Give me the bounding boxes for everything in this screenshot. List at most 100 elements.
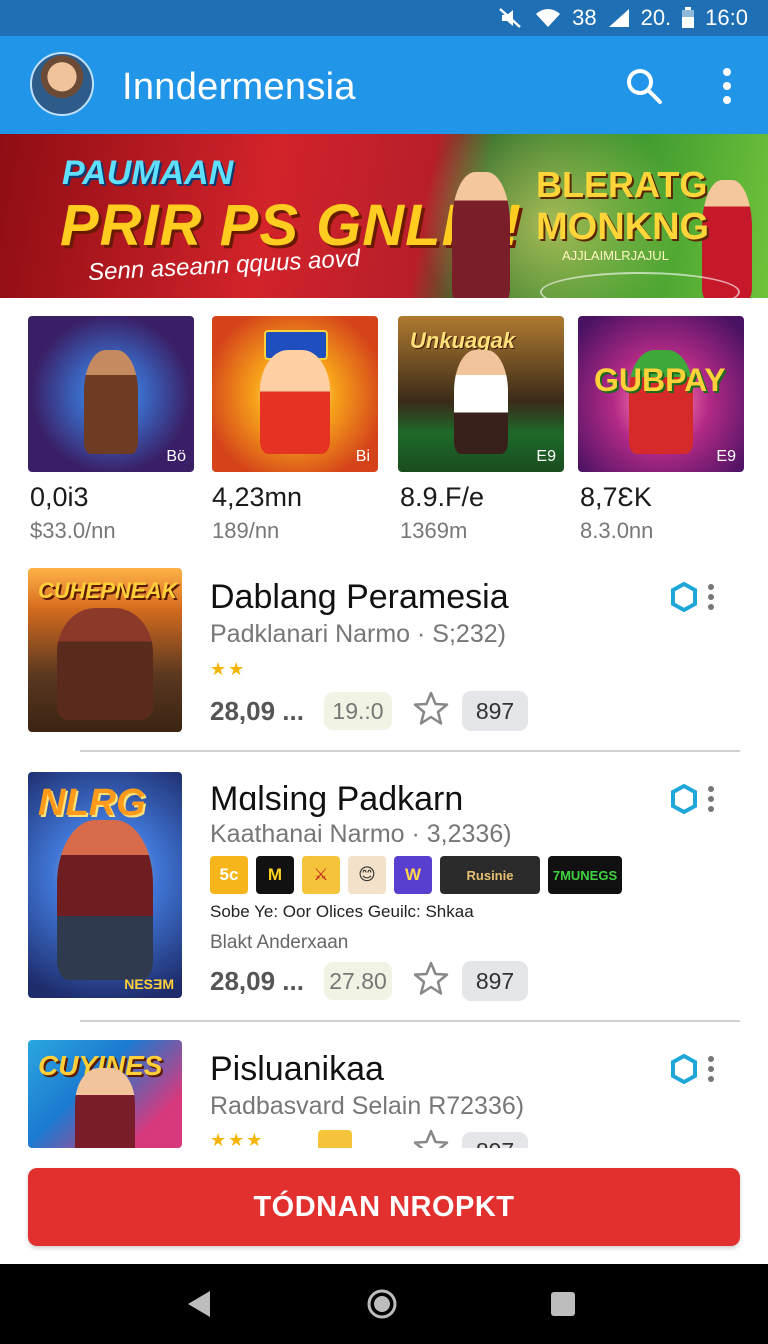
tile-character [84,350,138,454]
star-outline-icon [413,691,449,725]
badge: 5c [210,856,248,894]
more-vert-icon [723,68,731,104]
list-item-thumbnail[interactable]: NLRG NESƎM [28,772,182,998]
wifi-icon [534,7,562,29]
nav-home-button[interactable] [366,1288,398,1320]
list-item-subtitle: Padklanari Narmo · S;232) [210,620,506,648]
list-item-thumbnail[interactable]: CUYINES [28,1040,182,1148]
thumbnail-corner-label: NESƎM [124,976,174,992]
list-item-chip: 19.:0 [324,692,392,730]
back-triangle-icon [188,1291,210,1317]
tile-tag: Bi [355,448,370,465]
more-vert-icon [708,786,714,812]
verified-badge [670,581,698,613]
thumbnail-logo: CUHEPNEAK [38,578,178,603]
star-outline-icon [413,1129,449,1148]
network-label: 38 [572,5,597,30]
badge [318,1130,352,1148]
thumbnail-character [57,820,153,980]
banner-right-top: BLERATG [536,164,708,205]
badge: M [256,856,294,894]
verified-badge [670,783,698,815]
tile-primary-value: 8,7ƐK [580,482,652,512]
tile-primary-value: 8.9.F/e [400,482,485,512]
nav-back-button[interactable] [184,1288,214,1320]
list-item-title[interactable]: Dablang Peramesia [210,578,509,617]
item-menu-button[interactable] [704,582,718,612]
status-bar: 38 20. 16:0 [0,0,768,36]
thumbnail-character [57,608,153,720]
badge: ⚔ [302,856,340,894]
favorite-button[interactable] [412,960,450,998]
list-item-subtitle: Radbasvard Selain R72336) [210,1092,525,1120]
primary-action-button[interactable]: TÓDNAN NROPKT [28,1168,740,1246]
list-item-developer: Blakt Anderxaan [210,932,349,953]
list-item-meta: 28,09 ... [210,966,304,996]
game-tile-1[interactable]: Bö [28,316,194,472]
system-nav-bar [0,1264,768,1344]
banner-line-1: PAUMAAN [62,154,234,192]
overflow-menu-button[interactable] [712,66,742,106]
banner-character-left [452,172,510,298]
badge: 😊 [348,856,386,894]
app-bar: Inndermensia [0,36,768,134]
divider [80,750,740,752]
list-item-title[interactable]: Mɑlsing Padkarn [210,780,463,819]
rating-stars: ★★★ [210,1130,265,1148]
tile-secondary-value: 1369m [400,518,468,543]
hexagon-icon [671,783,697,815]
mute-icon [498,7,524,29]
recents-square-icon [551,1292,575,1316]
page-title: Inndermensia [122,66,356,108]
signal-icon [607,7,631,29]
tile-primary-value: 0,0i3 [30,482,89,512]
tile-secondary-value: 189/nn [212,518,280,543]
star-outline-icon [413,961,449,995]
tile-tag: Bö [166,448,186,465]
game-tile-2[interactable]: Bi [212,316,378,472]
promo-banner[interactable]: PAUMAAN PRIR PS GNLIA! Senn aseann qquus… [0,134,768,298]
battery-icon [681,7,695,29]
more-vert-icon [708,584,714,610]
thumbnail-character [75,1068,135,1148]
list-item-3-clip: ★★★ 897 [200,1128,740,1148]
game-tile-3[interactable]: Unkuagak E9 [398,316,564,472]
badge: 7MUNEGS [548,856,622,894]
list-item-detail: Sobe Ye: Oor Olices Geuilc: Shkaa [210,902,474,921]
list-item-count[interactable]: 897 [462,691,528,731]
banner-right-small: AJJLAIMLRJAJUL [562,248,669,263]
tile-tag: E9 [536,448,556,465]
more-vert-icon [708,1056,714,1082]
item-menu-button[interactable] [704,1054,718,1084]
verified-badge [670,1053,698,1085]
list-item-count[interactable]: 897 [462,1132,528,1148]
tile-secondary-value: $33.0/nn [30,518,116,543]
hexagon-icon [671,1053,697,1085]
list-item-thumbnail[interactable]: CUHEPNEAK [28,568,182,732]
game-tile-4[interactable]: GUBPAY E9 [578,316,744,472]
rating-stars: ★★ [210,659,247,679]
badge: W [394,856,432,894]
favorite-button[interactable] [412,1128,450,1148]
banner-right-main: MONKNG [536,206,710,248]
list-item-count[interactable]: 897 [462,961,528,1001]
search-button[interactable] [624,66,664,106]
tile-tag: E9 [716,448,736,465]
list-item-subtitle: Kaathanai Narmo · 3,2336) [210,820,512,848]
item-menu-button[interactable] [704,784,718,814]
tile-logo: Unkuagak [410,328,516,353]
nav-recents-button[interactable] [548,1288,578,1320]
home-circle-icon [367,1289,397,1319]
tile-primary-value: 4,23mn [212,482,303,512]
badge: Rusinie [440,856,540,894]
tile-character [260,350,330,454]
favorite-button[interactable] [412,690,450,728]
thumbnail-logo: NLRG [38,782,146,824]
divider [80,1020,740,1022]
feature-badges: 5c M ⚔ 😊 W Rusinie 7MUNEGS [210,856,622,894]
hexagon-icon [671,581,697,613]
list-item-title[interactable]: Pisluanikaa [210,1050,384,1089]
tile-secondary-value: 8.3.0nn [580,518,654,543]
avatar[interactable] [30,52,94,116]
search-icon [627,69,662,104]
